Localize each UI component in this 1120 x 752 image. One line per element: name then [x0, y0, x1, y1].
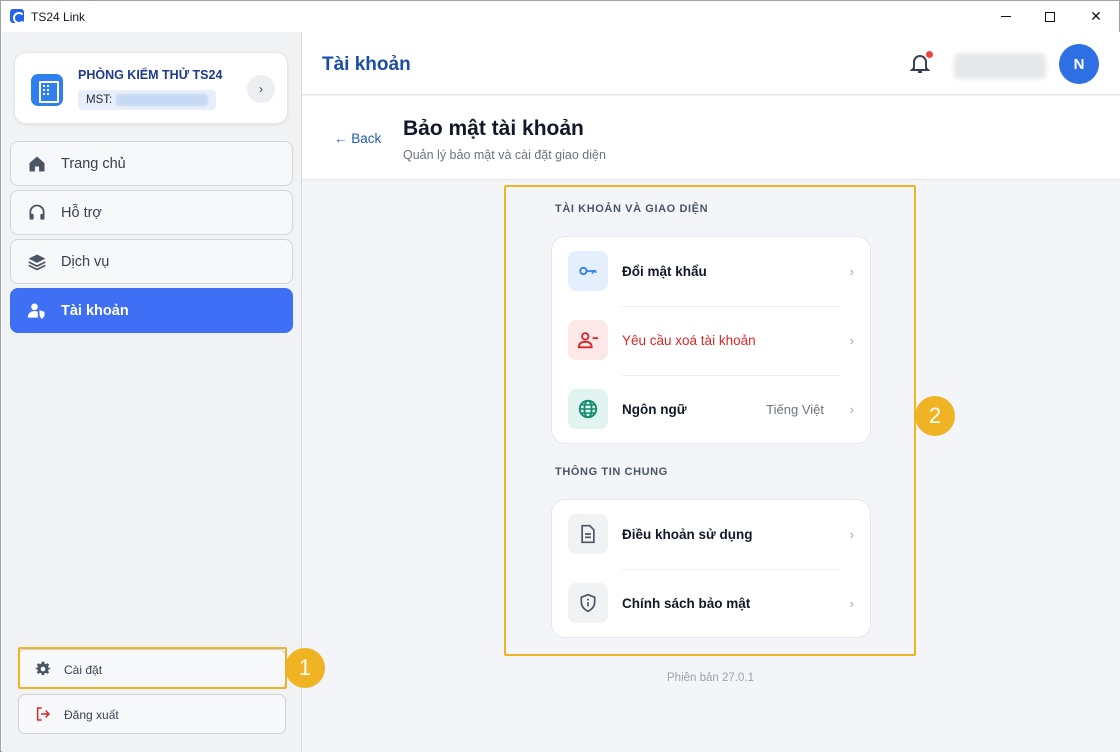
- home-icon: [29, 156, 45, 172]
- close-button[interactable]: ✕: [1073, 1, 1119, 32]
- app-window: TS24 Link ✕ PHÒNG KIỂM THỬ TS24 MST: › T…: [0, 0, 1120, 752]
- back-link[interactable]: ← Back: [334, 131, 381, 146]
- sidebar-item-support[interactable]: Hỗ trợ: [10, 190, 293, 235]
- sidebar-item-account[interactable]: Tài khoản: [10, 288, 293, 333]
- maximize-icon: [1045, 11, 1055, 22]
- page-title: Tài khoản: [322, 54, 411, 75]
- tax-code-label: MST:: [86, 94, 113, 106]
- sidebar-item-label: Trang chủ: [61, 156, 126, 172]
- minimize-button[interactable]: [983, 1, 1029, 32]
- sidebar-item-label: Dịch vụ: [61, 254, 110, 270]
- sidebar-item-label: Hỗ trợ: [61, 205, 102, 221]
- organization-name: PHÒNG KIỂM THỬ TS24: [78, 68, 223, 82]
- tax-code-value-redacted: [116, 94, 208, 106]
- building-icon: [31, 74, 63, 106]
- avatar[interactable]: N: [1059, 44, 1099, 84]
- annotation-badge-1: 1: [285, 648, 325, 688]
- org-expand-button[interactable]: ›: [247, 75, 275, 103]
- logout-label: Đăng xuất: [64, 708, 119, 722]
- sidebar-item-home[interactable]: Trang chủ: [10, 141, 293, 186]
- annotation-highlight-1: [18, 647, 287, 689]
- minimize-icon: [1001, 16, 1011, 17]
- main-content: Tài khoản N ← Back Bảo mật tài khoản Quả…: [302, 32, 1120, 752]
- window-title: TS24 Link: [31, 10, 86, 24]
- top-bar: Tài khoản N: [302, 32, 1120, 95]
- user-name-redacted: [954, 53, 1046, 79]
- sidebar-item-services[interactable]: Dịch vụ: [10, 239, 293, 284]
- sidebar: PHÒNG KIỂM THỬ TS24 MST: › Trang chủ Hỗ …: [2, 32, 302, 752]
- logout-icon: [36, 707, 51, 721]
- user-shield-icon: [27, 303, 45, 319]
- title-bar: TS24 Link ✕: [1, 1, 1119, 32]
- annotation-highlight-2: [504, 185, 916, 656]
- close-icon: ✕: [1090, 8, 1102, 24]
- section-subtitle: Quản lý bảo mật và cài đặt giao diện: [403, 148, 606, 162]
- notification-dot: [926, 51, 933, 58]
- app-logo-icon: [10, 9, 25, 24]
- maximize-button[interactable]: [1027, 1, 1073, 32]
- sidebar-item-label: Tài khoản: [61, 303, 129, 319]
- version-text: Phiên bản 27.0.1: [667, 672, 754, 684]
- annotation-badge-2: 2: [915, 396, 955, 436]
- layers-icon: [28, 254, 46, 271]
- section-title: Bảo mật tài khoản: [403, 117, 584, 140]
- logout-button[interactable]: Đăng xuất: [18, 694, 286, 734]
- organization-card[interactable]: PHÒNG KIỂM THỬ TS24 MST: ›: [14, 52, 288, 124]
- section-header: ← Back Bảo mật tài khoản Quản lý bảo mật…: [302, 96, 1120, 180]
- tax-code-pill: MST:: [78, 90, 216, 110]
- headset-icon: [29, 204, 45, 220]
